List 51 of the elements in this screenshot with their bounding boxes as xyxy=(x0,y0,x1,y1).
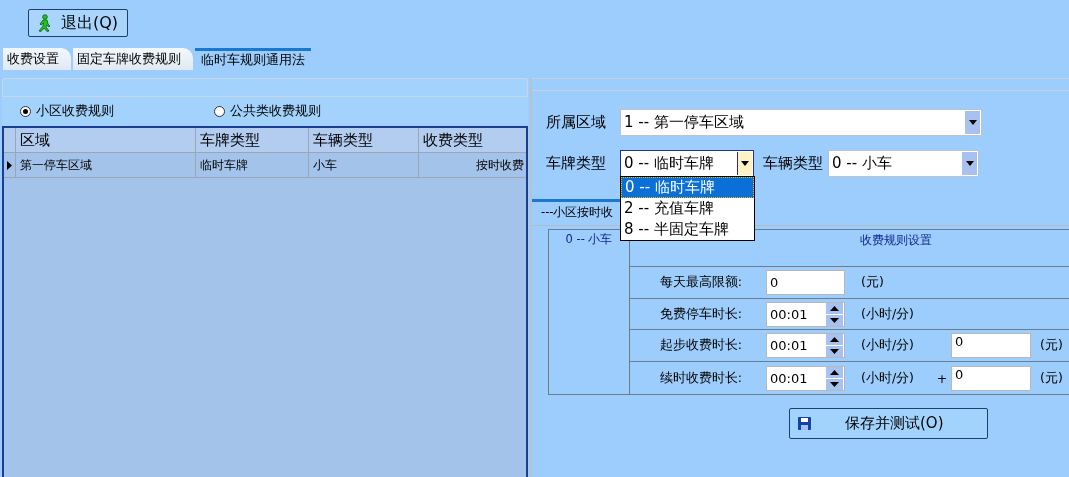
table-cell: 小车 xyxy=(309,153,419,177)
exit-button[interactable]: 退出(Q) xyxy=(28,9,128,37)
unit-label: (元) xyxy=(1040,337,1063,355)
column-header[interactable]: 收费类型 xyxy=(419,128,526,152)
table-cell-text: 按时收费 xyxy=(475,156,525,174)
field-label: 车牌类型 xyxy=(546,154,607,173)
spin-up-icon xyxy=(826,366,843,378)
field-label: 起步收费时长: xyxy=(658,337,742,355)
field-label: 续时收费时长: xyxy=(658,369,742,387)
column-header[interactable]: 区域 xyxy=(16,128,196,152)
field-label: 车辆类型 xyxy=(763,154,823,173)
area-dropdown[interactable]: 1 -- 第一停车区域 xyxy=(620,109,982,136)
spin-down-icon xyxy=(826,346,843,358)
dropdown-arrow-icon xyxy=(964,160,975,167)
walking-figure-icon xyxy=(37,14,51,32)
unit-label: (小时/分) xyxy=(861,369,915,387)
amount-field[interactable]: 0 xyxy=(766,269,845,295)
unit-label: (小时/分) xyxy=(861,305,915,323)
amount-field[interactable]: 0 xyxy=(951,333,1031,359)
radio-option[interactable]: 小区收费规则 xyxy=(20,103,214,120)
tab[interactable]: 固定车牌收费规则 xyxy=(73,48,193,70)
amount-field[interactable]: 0 xyxy=(951,365,1031,391)
table-cell: 第一停车区域 xyxy=(16,153,196,177)
field-label: 免费停车时长: xyxy=(658,305,742,323)
spin-up-icon xyxy=(826,302,843,314)
unit-label: (元) xyxy=(1040,369,1063,387)
dropdown-arrow-icon xyxy=(967,119,978,126)
save-button[interactable]: 保存并测试(O) xyxy=(789,408,988,439)
time-spinner[interactable]: 00:01 xyxy=(766,333,845,359)
dropdown-option[interactable]: 2 -- 充值车牌 xyxy=(621,198,754,219)
radio-option[interactable]: 公共类收费规则 xyxy=(214,103,408,120)
plate-type-dropdown[interactable]: 0 -- 临时车牌 xyxy=(620,150,754,177)
time-spinner[interactable]: 00:01 xyxy=(766,301,845,327)
plus-sign: + xyxy=(935,370,949,386)
table-cell: 临时车牌 xyxy=(196,153,309,177)
vehicle-type-dropdown[interactable]: 0 -- 小车 xyxy=(828,150,979,177)
tab[interactable]: 收费设置 xyxy=(3,48,71,70)
field-label: 所属区域 xyxy=(546,113,607,132)
radio-icon[interactable] xyxy=(214,106,225,117)
spin-up-icon xyxy=(826,334,843,346)
field-label: 每天最高限额: xyxy=(658,273,742,291)
dropdown-arrow-icon xyxy=(740,160,750,167)
unit-label: (元) xyxy=(861,273,885,291)
column-header[interactable]: 车辆类型 xyxy=(309,128,419,152)
radio-icon[interactable] xyxy=(20,106,31,117)
column-header[interactable]: 车牌类型 xyxy=(196,128,309,152)
time-spinner[interactable]: 00:01 xyxy=(766,365,845,391)
spin-down-icon xyxy=(826,314,843,326)
dropdown-option[interactable]: 0 -- 临时车牌 xyxy=(621,177,754,198)
unit-label: (小时/分) xyxy=(861,337,915,355)
spin-down-icon xyxy=(826,378,843,390)
